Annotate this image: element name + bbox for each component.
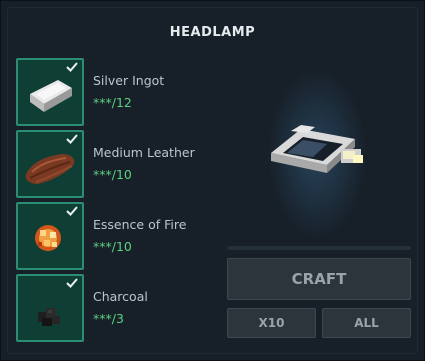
ingredient-row: Silver Ingot ***/12 [15, 57, 215, 129]
craft-x10-button[interactable]: X10 [227, 308, 316, 338]
ingredient-name: Medium Leather [93, 145, 195, 160]
check-icon [66, 62, 78, 72]
ingredient-slot[interactable] [16, 58, 84, 126]
craft-button[interactable]: CRAFT [227, 258, 411, 300]
ingredient-row: Medium Leather ***/10 [15, 129, 215, 201]
item-preview [227, 61, 411, 243]
check-icon [66, 206, 78, 216]
check-icon [66, 278, 78, 288]
headlamp-icon [271, 125, 363, 173]
ingredient-row: Charcoal ***/3 [15, 273, 215, 345]
recipe-title: HEADLAMP [169, 25, 256, 40]
divider [227, 246, 411, 250]
ingredient-count: ***/10 [93, 167, 132, 182]
ingredient-name: Essence of Fire [93, 217, 187, 232]
ingredient-slot[interactable] [16, 274, 84, 342]
craft-all-button[interactable]: ALL [322, 308, 411, 338]
ingredient-slot[interactable] [16, 202, 84, 270]
ingredient-count: ***/12 [93, 95, 132, 110]
ingredient-list: Silver Ingot ***/12 Medium Leather ***/1… [15, 57, 215, 345]
ingredient-row: Essence of Fire ***/10 [15, 201, 215, 273]
check-icon [66, 134, 78, 144]
ingredient-count: ***/3 [93, 311, 124, 326]
ingredient-name: Silver Ingot [93, 73, 165, 88]
ingredient-slot[interactable] [16, 130, 84, 198]
ingredient-count: ***/10 [93, 239, 132, 254]
crafting-panel: HEADLAMP Silver Ingot ***/12 Medium Leat… [0, 0, 425, 361]
ingredient-name: Charcoal [93, 289, 148, 304]
